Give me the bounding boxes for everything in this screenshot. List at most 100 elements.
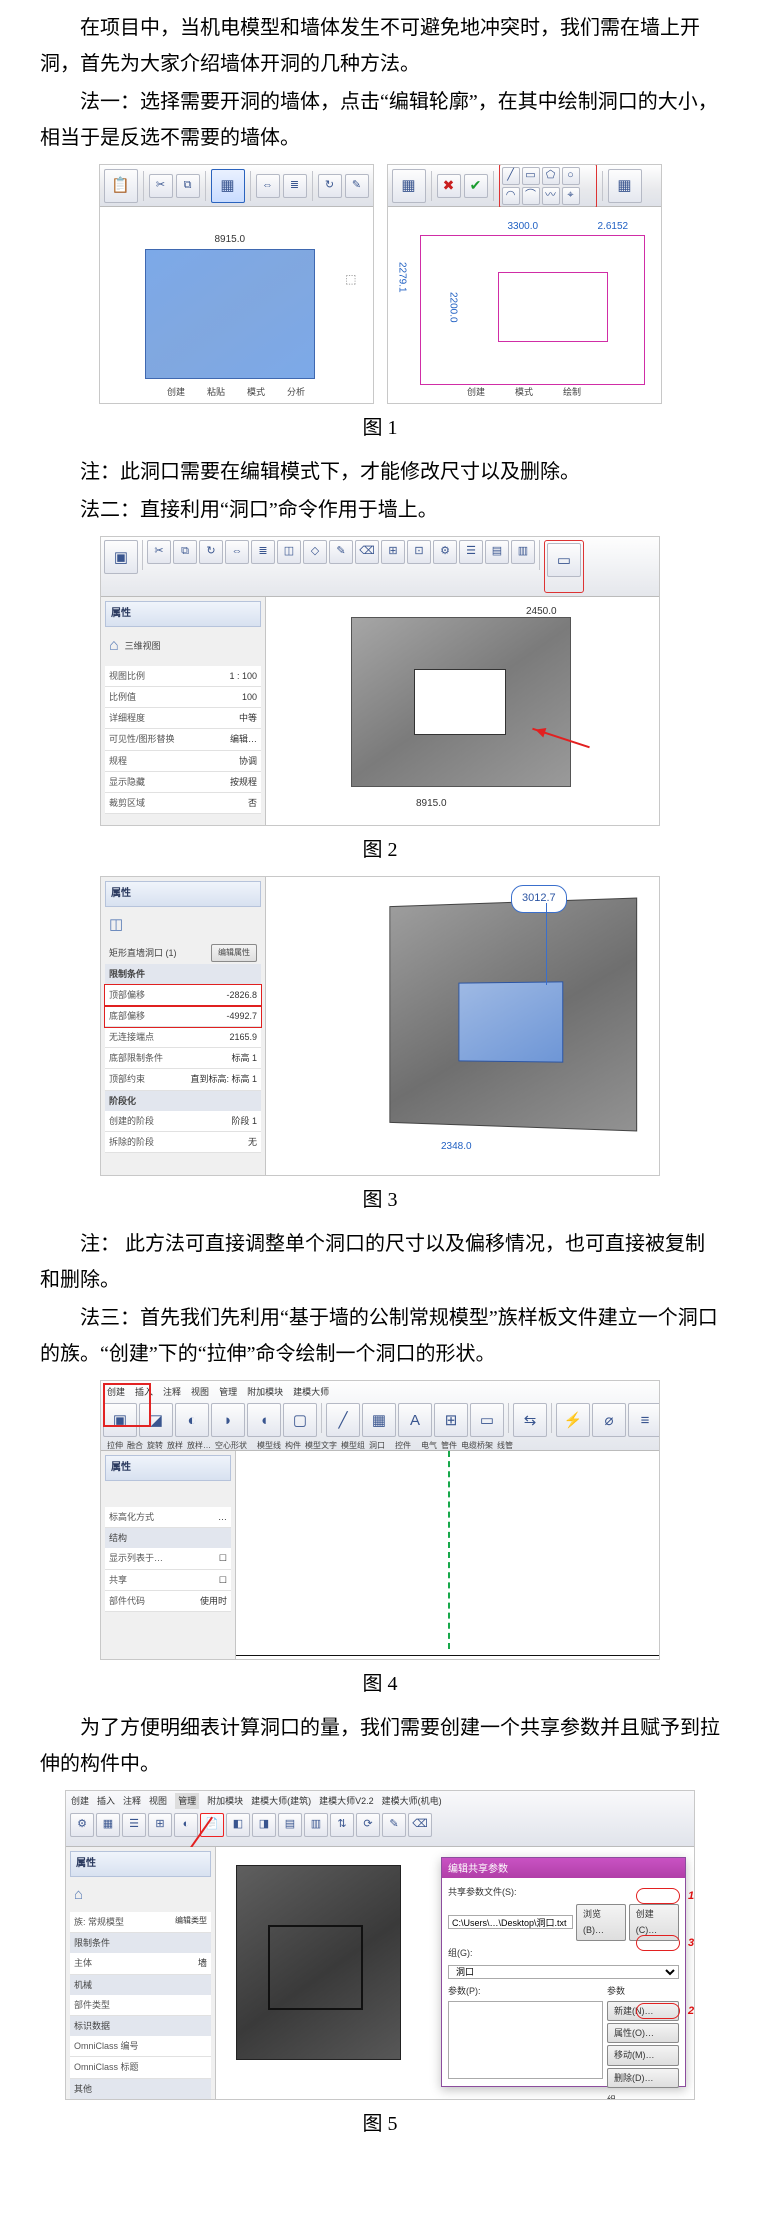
btn[interactable]: ⌫ <box>408 1813 432 1837</box>
finish-icon[interactable]: ✔ <box>464 174 488 198</box>
btn[interactable]: ☰ <box>459 540 483 564</box>
row-bottom-offset[interactable]: 底部偏移-4992.7 <box>105 1006 261 1027</box>
arc-icon[interactable]: ◠ <box>502 187 520 205</box>
viewport: 3012.7 2348.0 <box>266 877 659 1175</box>
tab[interactable]: 建模大师 <box>293 1384 329 1400</box>
spline-icon[interactable]: 〰 <box>542 187 560 205</box>
ribbon-labels: 创建 粘贴 模式 分析 <box>100 384 373 400</box>
del-param-button[interactable]: 删除(D)… <box>607 2068 679 2088</box>
modeltext-icon[interactable]: A <box>398 1403 432 1437</box>
revolve-icon[interactable]: ◐ <box>175 1403 209 1437</box>
control-icon[interactable]: ⇆ <box>513 1403 547 1437</box>
cancel-icon[interactable]: ✖ <box>437 174 461 198</box>
opening-icon[interactable]: ▭ <box>470 1403 504 1437</box>
tab[interactable]: 附加模块 <box>207 1793 243 1809</box>
type-icon: ⌂ <box>74 1881 83 1908</box>
modelline-icon[interactable]: ╱ <box>326 1403 360 1437</box>
select-icon[interactable]: ▣ <box>104 540 138 574</box>
elec-icon[interactable]: ⚡ <box>556 1403 590 1437</box>
cable-icon[interactable]: ≡ <box>628 1403 659 1437</box>
btn[interactable]: ⌫ <box>355 540 379 564</box>
btn[interactable]: ⚙ <box>70 1813 94 1837</box>
edit-icon[interactable]: ✎ <box>345 174 369 198</box>
btn[interactable]: ⊞ <box>148 1813 172 1837</box>
figure-5-caption: 图 5 <box>40 2106 720 2142</box>
tab[interactable]: 注释 <box>123 1793 141 1809</box>
poly-icon[interactable]: ⬠ <box>542 167 560 185</box>
copy-icon[interactable]: ⧉ <box>176 174 200 198</box>
btn[interactable]: ◇ <box>303 540 327 564</box>
tab[interactable]: 插入 <box>97 1793 115 1809</box>
btn[interactable]: ⊡ <box>407 540 431 564</box>
cut-icon[interactable]: ✂ <box>149 174 173 198</box>
opening <box>268 1925 363 2010</box>
tab-active[interactable]: 管理 <box>175 1793 199 1809</box>
btn[interactable]: ⟳ <box>356 1813 380 1837</box>
tab[interactable]: 视图 <box>149 1793 167 1809</box>
tab[interactable]: 创建 <box>71 1793 89 1809</box>
type-selector[interactable]: 矩形直墙洞口 (1) <box>109 945 177 961</box>
move-button[interactable]: 移动(M)… <box>607 2045 679 2065</box>
btn[interactable]: ◐ <box>174 1813 198 1837</box>
arc2-icon[interactable]: ⌒ <box>522 187 540 205</box>
modelgroup-icon[interactable]: ⊞ <box>434 1403 468 1437</box>
btn[interactable]: ▤ <box>485 540 509 564</box>
cube-icon[interactable]: ⬚ <box>345 269 356 291</box>
btn[interactable]: ✎ <box>329 540 353 564</box>
edit3d-icon[interactable]: ▦ <box>608 169 642 203</box>
dim-icon[interactable]: ⇔ <box>256 174 280 198</box>
btn[interactable]: ↻ <box>199 540 223 564</box>
highlight <box>636 1935 680 1951</box>
sweepblend-icon[interactable]: ◖ <box>247 1403 281 1437</box>
btn[interactable]: ⇅ <box>330 1813 354 1837</box>
tab[interactable]: 建模大师(机电) <box>382 1793 442 1809</box>
btn[interactable]: ✂ <box>147 540 171 564</box>
btn[interactable]: ◧ <box>226 1813 250 1837</box>
sweep-icon[interactable]: ◗ <box>211 1403 245 1437</box>
create-icon[interactable]: ▦ <box>392 169 426 203</box>
tab[interactable]: 建模大师(建筑) <box>251 1793 311 1809</box>
opening-icon[interactable]: ▭ <box>547 543 581 577</box>
paste-icon[interactable]: 📋 <box>104 169 138 203</box>
reset-icon[interactable]: ↻ <box>318 174 342 198</box>
btn[interactable]: ⇔ <box>225 540 249 564</box>
btn[interactable]: ⚙ <box>433 540 457 564</box>
btn[interactable]: ◫ <box>277 540 301 564</box>
pick-icon[interactable]: ⌖ <box>562 187 580 205</box>
tab[interactable]: 视图 <box>191 1384 209 1400</box>
component-icon[interactable]: ▦ <box>362 1403 396 1437</box>
btn[interactable]: ◨ <box>252 1813 276 1837</box>
tab[interactable]: 附加模块 <box>247 1384 283 1400</box>
figure-1-left: 📋 ✂ ⧉ ▦ ⇔ ≣ ↻ ✎ 8915.0 ⬚ 创建 粘贴 模式 分析 <box>99 164 374 404</box>
figure-4-caption: 图 4 <box>40 1666 720 1702</box>
btn[interactable]: ▤ <box>278 1813 302 1837</box>
row-top-offset[interactable]: 顶部偏移-2826.8 <box>105 985 261 1006</box>
btn[interactable]: ≣ <box>251 540 275 564</box>
btn[interactable]: ⊞ <box>381 540 405 564</box>
group-select[interactable]: 洞口 <box>448 1965 679 1979</box>
edit-type-button[interactable]: 编辑属性 <box>211 944 257 962</box>
browse-button[interactable]: 浏览(B)… <box>576 1904 626 1940</box>
btn[interactable]: ▥ <box>511 540 535 564</box>
align-icon[interactable]: ≣ <box>283 174 307 198</box>
mode-icon[interactable]: ▦ <box>211 169 245 203</box>
btn[interactable]: ▥ <box>304 1813 328 1837</box>
btn[interactable]: ⧉ <box>173 540 197 564</box>
void-icon[interactable]: ▢ <box>283 1403 317 1437</box>
tab[interactable]: 管理 <box>219 1384 237 1400</box>
pipe-icon[interactable]: ⌀ <box>592 1403 626 1437</box>
line-icon[interactable]: ╱ <box>502 167 520 185</box>
props-button[interactable]: 属性(O)… <box>607 2023 679 2043</box>
figure-5-panel: 创建插入注释视图管理附加模块建模大师(建筑) 建模大师V2.2 建模大师(机电) ⚙… <box>65 1790 695 2100</box>
btn[interactable]: ▦ <box>96 1813 120 1837</box>
btn[interactable]: ☰ <box>122 1813 146 1837</box>
tab[interactable]: 注释 <box>163 1384 181 1400</box>
filepath-input[interactable] <box>448 1915 573 1929</box>
circle-icon[interactable]: ○ <box>562 167 580 185</box>
paragraph-7: 为了方便明细表计算洞口的量，我们需要创建一个共享参数并且赋予到拉伸的构件中。 <box>40 1710 720 1782</box>
tab[interactable]: 建模大师V2.2 <box>319 1793 374 1809</box>
rect-icon[interactable]: ▭ <box>522 167 540 185</box>
btn[interactable]: ✎ <box>382 1813 406 1837</box>
ribbon: ▣ ✂⧉↻⇔≣◫◇✎⌫⊞⊡⚙☰▤▥ ▭ <box>101 537 659 597</box>
param-listbox[interactable] <box>448 2001 603 2079</box>
